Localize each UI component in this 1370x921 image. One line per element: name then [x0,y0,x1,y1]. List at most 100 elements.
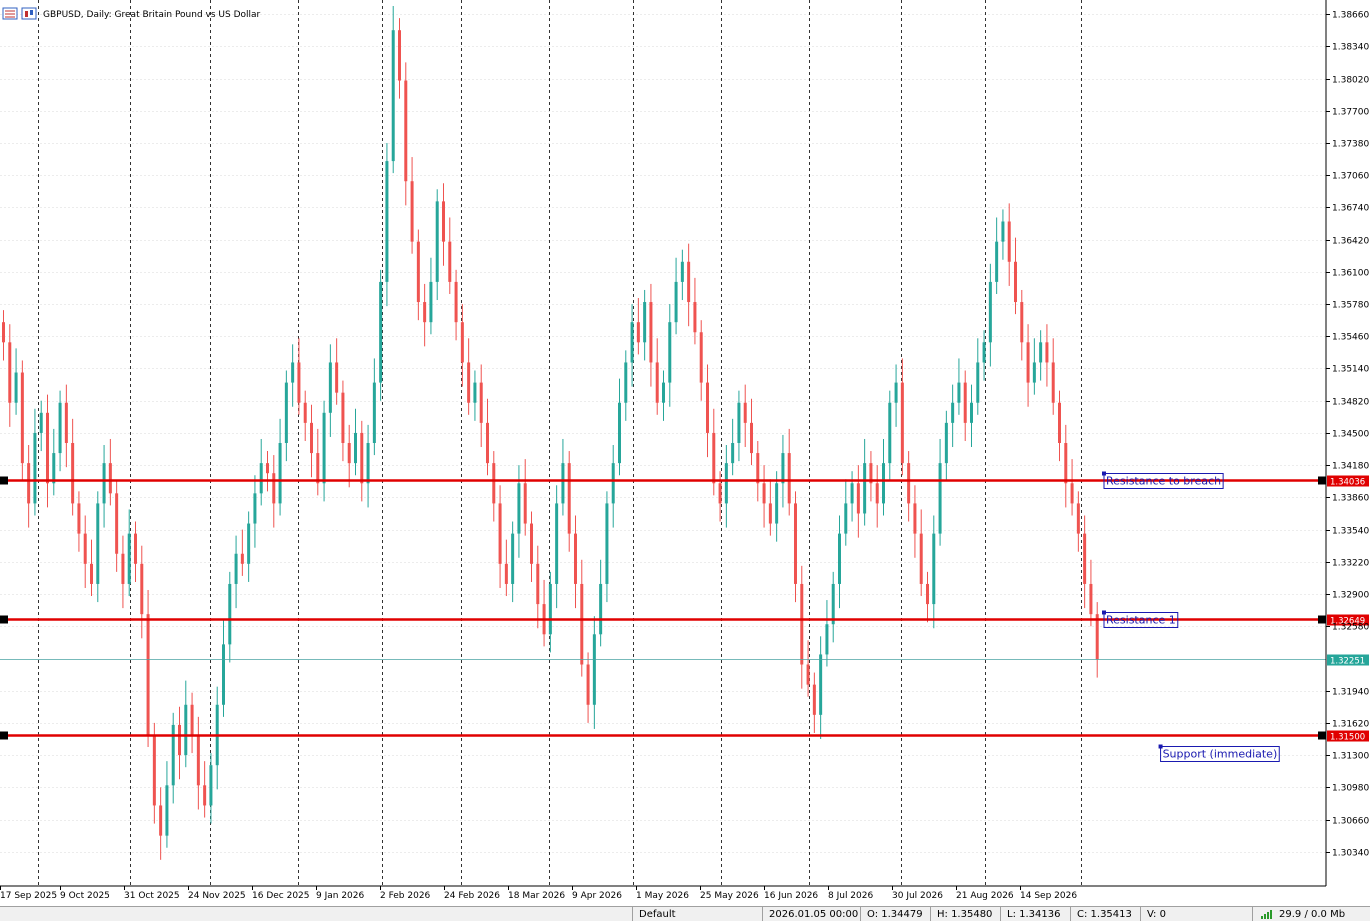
candle-body [8,342,12,403]
time-tick-label: 2 Feb 2026 [380,891,431,901]
candle-body [366,443,370,484]
price-chart[interactable]: 1.322511.34036Resistance to breach1.3264… [0,0,1370,906]
level-label[interactable]: Resistance 1 [1106,614,1176,627]
candle-body [844,503,848,534]
bar-high: H: 1.35480 [930,907,1000,921]
candle-body [479,382,483,423]
price-tick-label: 1.31620 [1332,720,1369,730]
candle-body [1020,302,1024,343]
candle-body [52,453,56,484]
level-price-tag-label: 1.31500 [1330,733,1365,743]
candle-body [938,463,942,534]
candle-body [856,483,860,514]
level-label-anchor[interactable] [1102,610,1106,615]
candle-body [379,281,383,383]
price-tick-label: 1.36420 [1332,237,1369,247]
candle-body [781,453,785,484]
candle-body [511,533,515,584]
price-tick-label: 1.32900 [1332,591,1369,601]
candle-body [944,422,948,464]
candle-body [548,583,552,635]
candle-body [152,734,156,806]
candle-body [662,382,665,403]
candle-body [618,402,621,464]
candle-body [988,281,992,343]
level-handle-left[interactable] [0,476,8,485]
chart-type-icon[interactable] [21,7,37,20]
candle-body [649,302,653,363]
candle-body [1051,362,1055,403]
price-tick-label: 1.31300 [1332,752,1369,762]
level-label[interactable]: Resistance to breach [1106,475,1221,488]
candle-body [1045,342,1049,363]
candle-body [360,432,364,484]
level-price-tag-label: 1.34036 [1330,478,1365,488]
price-tick-label: 1.38020 [1332,76,1369,86]
price-tick-label: 1.35780 [1332,301,1369,311]
candle-body [102,463,106,504]
candle-body [347,443,351,464]
candle-body [404,80,408,182]
level-label-anchor[interactable] [1158,744,1163,749]
candle-body [259,463,263,494]
candle [20,360,24,482]
candle-body [486,422,489,464]
candle-body [982,342,986,363]
level-label[interactable]: Support (immediate) [1163,748,1278,761]
candle-body [838,533,841,584]
price-tick-label: 1.33220 [1332,559,1369,569]
candle-body [234,553,238,584]
candle-body [712,432,716,484]
candle-body [372,382,376,443]
time-tick-label: 16 Dec 2025 [252,891,310,901]
candle-body [209,765,213,806]
candle-body [416,241,420,303]
candle-body [599,583,603,635]
time-tick-label: 18 Mar 2026 [508,891,565,901]
candle-body [517,483,521,534]
candle-body [272,473,276,504]
time-tick-label: 21 Aug 2026 [956,891,1014,901]
candle-body [2,322,5,343]
candle-body [1095,614,1099,660]
candle-body [819,654,823,715]
candle-body [643,302,647,343]
level-handle-right[interactable] [1318,476,1326,485]
candle-body [460,322,464,363]
bar-close: C: 1.35413 [1070,907,1140,921]
candle-body [668,322,672,383]
candle-body [222,644,225,705]
candle-body [919,533,923,584]
candle-body [850,483,854,504]
candle-body [435,201,439,282]
price-tick-label: 1.36740 [1332,204,1369,214]
candle-body [14,372,18,403]
chart-menu-icon[interactable] [2,7,18,20]
level-handle-right[interactable] [1318,731,1326,740]
level-label-anchor[interactable] [1102,471,1106,476]
candle-body [536,563,540,605]
candle-body [523,483,527,524]
candle-body [756,453,760,484]
candle-body [888,402,892,464]
candle-body [398,30,401,81]
candle-body [448,241,452,282]
candle-body [1076,503,1080,534]
time-tick-label: 14 Sep 2026 [1020,891,1077,901]
candle-body [561,463,565,504]
price-tick-label: 1.35460 [1332,333,1369,343]
level-handle-left[interactable] [0,731,8,740]
time-tick-label: 9 Oct 2025 [60,891,110,901]
candle-body [77,503,81,534]
candle-body [976,362,980,403]
level-handle-right[interactable] [1318,615,1326,624]
price-tick-label: 1.34180 [1332,462,1369,472]
price-tick-label: 1.37700 [1332,108,1369,118]
level-handle-left[interactable] [0,615,8,624]
candle-body [83,533,87,564]
candle-body [454,281,458,323]
candle-body [165,785,169,836]
candle-body [1014,261,1017,303]
traffic-readout: 29.9 / 0.0 Mb [1279,909,1346,920]
profile-name[interactable]: Default [632,907,762,921]
